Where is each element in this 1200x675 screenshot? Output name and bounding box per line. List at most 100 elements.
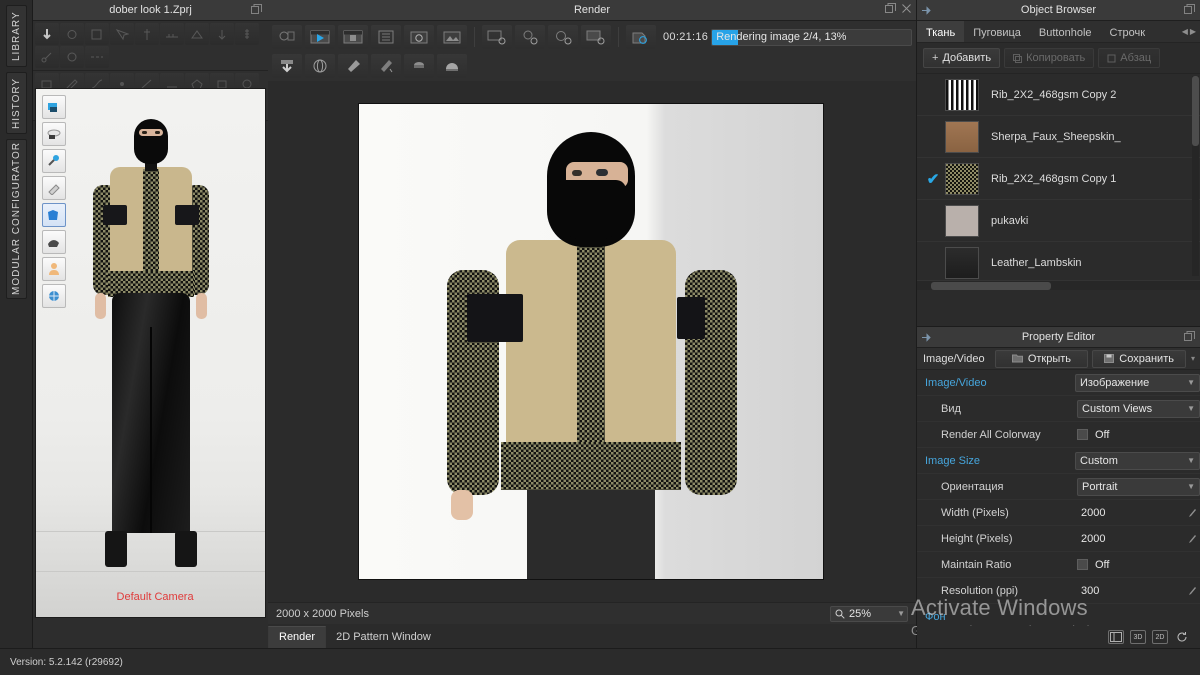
chevron-left-icon[interactable]: ◀ — [1182, 27, 1188, 36]
fabric-checkmark[interactable]: ✔ — [921, 170, 945, 188]
float-window-icon[interactable] — [251, 4, 262, 15]
property-value[interactable]: 300 — [1077, 585, 1200, 597]
property-row[interactable]: Ориентация Portrait ▼ — [917, 474, 1200, 500]
fabric-icon[interactable] — [42, 230, 66, 254]
chevron-down-icon[interactable]: ▼ — [1187, 456, 1195, 465]
float-window-icon[interactable] — [885, 3, 896, 14]
fabric-list-item[interactable]: Sherpa_Faux_Sheepskin_ — [917, 116, 1200, 158]
render-gear-icon[interactable] — [515, 25, 545, 49]
close-icon[interactable] — [902, 4, 911, 13]
rail-tab-history[interactable]: HISTORY — [5, 72, 27, 134]
keyframe-icon[interactable] — [1186, 585, 1200, 597]
property-row[interactable]: Render All Colorway Off — [917, 422, 1200, 448]
trim-icon[interactable] — [35, 46, 59, 68]
fabric-list-item[interactable]: ✔ Rib_2X2_468gsm Copy 1 — [917, 158, 1200, 200]
render-settings-icon[interactable] — [272, 25, 302, 49]
render-canvas-area[interactable] — [268, 81, 916, 602]
tab-strochka[interactable]: Строчк — [1101, 21, 1155, 42]
property-row[interactable]: Image/Video Изображение ▼ — [917, 370, 1200, 396]
split-view-icon[interactable] — [1108, 630, 1124, 644]
chevron-right-icon[interactable]: ▶ — [1190, 27, 1196, 36]
property-row[interactable]: Image Size Custom ▼ — [917, 448, 1200, 474]
stitch-icon[interactable] — [85, 46, 109, 68]
fabric-list-scrollbar[interactable] — [1192, 76, 1199, 276]
property-value[interactable]: 2000 — [1077, 533, 1200, 545]
gravity-icon[interactable] — [210, 23, 234, 45]
property-value[interactable]: 2000 — [1077, 507, 1200, 519]
chevron-down-icon[interactable]: ▼ — [897, 609, 905, 618]
property-row[interactable]: Вид Custom Views ▼ — [917, 396, 1200, 422]
render-timer-icon[interactable] — [626, 25, 656, 49]
chevron-down-icon[interactable]: ▾ — [1186, 354, 1200, 363]
image-settings-icon[interactable] — [482, 25, 512, 49]
property-text-value[interactable]: 2000 — [1077, 507, 1186, 519]
refresh-icon[interactable] — [1174, 630, 1190, 644]
cloth-icon[interactable] — [42, 122, 66, 146]
property-value[interactable]: Custom ▼ — [1075, 451, 1200, 470]
keyframe-icon[interactable] — [1186, 533, 1200, 545]
render-list-icon[interactable] — [371, 25, 401, 49]
snapshot-icon[interactable] — [404, 25, 434, 49]
property-value[interactable]: Изображение ▼ — [1075, 373, 1200, 392]
disk-light-icon[interactable] — [404, 54, 434, 78]
pin-tool-icon[interactable] — [42, 149, 66, 173]
scrollbar-thumb[interactable] — [931, 282, 1051, 290]
dome-light-icon[interactable] — [437, 54, 467, 78]
avatar-3d[interactable] — [91, 111, 211, 611]
property-checkbox[interactable] — [1077, 429, 1088, 440]
fabric-list[interactable]: Rib_2X2_468gsm Copy 2 Sherpa_Faux_Sheepsk… — [917, 74, 1200, 280]
chevron-down-icon[interactable]: ▼ — [1187, 378, 1195, 387]
chevron-down-icon[interactable]: ▼ — [1187, 482, 1195, 491]
scale-tool-icon[interactable] — [85, 23, 109, 45]
keyframe-icon[interactable] — [1186, 507, 1200, 519]
select-mesh-icon[interactable] — [110, 23, 134, 45]
copy-button[interactable]: Копировать — [1004, 48, 1095, 68]
move-tool-icon[interactable] — [35, 23, 59, 45]
property-dropdown[interactable]: Custom Views ▼ — [1077, 399, 1200, 418]
zoom-control[interactable]: 25% ▼ — [830, 605, 908, 622]
light-ray-icon[interactable] — [371, 54, 401, 78]
property-row[interactable]: Height (Pixels) 2000 — [917, 526, 1200, 552]
chevron-down-icon[interactable]: ▼ — [1187, 404, 1195, 413]
property-value[interactable]: Off — [1077, 429, 1200, 441]
rotate-tool-icon[interactable] — [60, 23, 84, 45]
view-3d-button[interactable]: 3D — [1130, 630, 1146, 644]
add-button[interactable]: + Добавить — [923, 48, 1001, 68]
tape-measure-icon[interactable] — [160, 23, 184, 45]
open-button[interactable]: Открыть — [994, 349, 1089, 368]
3d-viewport[interactable]: Default Camera — [35, 88, 266, 618]
zipper-icon[interactable] — [235, 23, 259, 45]
float-window-icon[interactable] — [1184, 331, 1195, 342]
fabric-list-item[interactable]: pukavki — [917, 200, 1200, 242]
brush-icon[interactable] — [42, 176, 66, 200]
rail-tab-library[interactable]: LIBRARY — [5, 5, 27, 67]
property-text-value[interactable]: 2000 — [1077, 533, 1186, 545]
avatar-icon[interactable] — [42, 257, 66, 281]
environment-icon[interactable] — [42, 284, 66, 308]
fold-arrange-icon[interactable] — [185, 23, 209, 45]
garment-icon[interactable] — [42, 203, 66, 227]
camera-settings-icon[interactable] — [548, 25, 578, 49]
rail-tab-modular-configurator[interactable]: MODULAR CONFIGURATOR — [5, 139, 27, 299]
tab-tkan[interactable]: Ткань — [917, 21, 965, 42]
property-value[interactable]: Off — [1077, 559, 1200, 571]
render-play-icon[interactable] — [305, 25, 335, 49]
tab-render[interactable]: Render — [268, 626, 327, 648]
float-window-icon[interactable] — [1184, 4, 1195, 15]
button-icon[interactable] — [60, 46, 84, 68]
property-row[interactable]: Maintain Ratio Off — [917, 552, 1200, 578]
tab-image-video[interactable]: Image/Video — [917, 348, 991, 370]
save-button[interactable]: Сохранить — [1092, 349, 1186, 368]
pin-icon[interactable] — [921, 332, 932, 343]
download-icon[interactable] — [272, 54, 302, 78]
property-row[interactable]: Width (Pixels) 2000 — [917, 500, 1200, 526]
view-2d-button[interactable]: 2D — [1152, 630, 1168, 644]
property-text-value[interactable]: 300 — [1077, 585, 1186, 597]
light-cone-icon[interactable] — [338, 54, 368, 78]
property-value[interactable]: Custom Views ▼ — [1077, 399, 1200, 418]
property-checkbox[interactable] — [1077, 559, 1088, 570]
fabric-list-item[interactable]: Rib_2X2_468gsm Copy 2 — [917, 74, 1200, 116]
fabric-list-hscrollbar[interactable] — [917, 280, 1200, 290]
image-export-icon[interactable] — [437, 25, 467, 49]
property-dropdown[interactable]: Custom ▼ — [1075, 451, 1200, 470]
